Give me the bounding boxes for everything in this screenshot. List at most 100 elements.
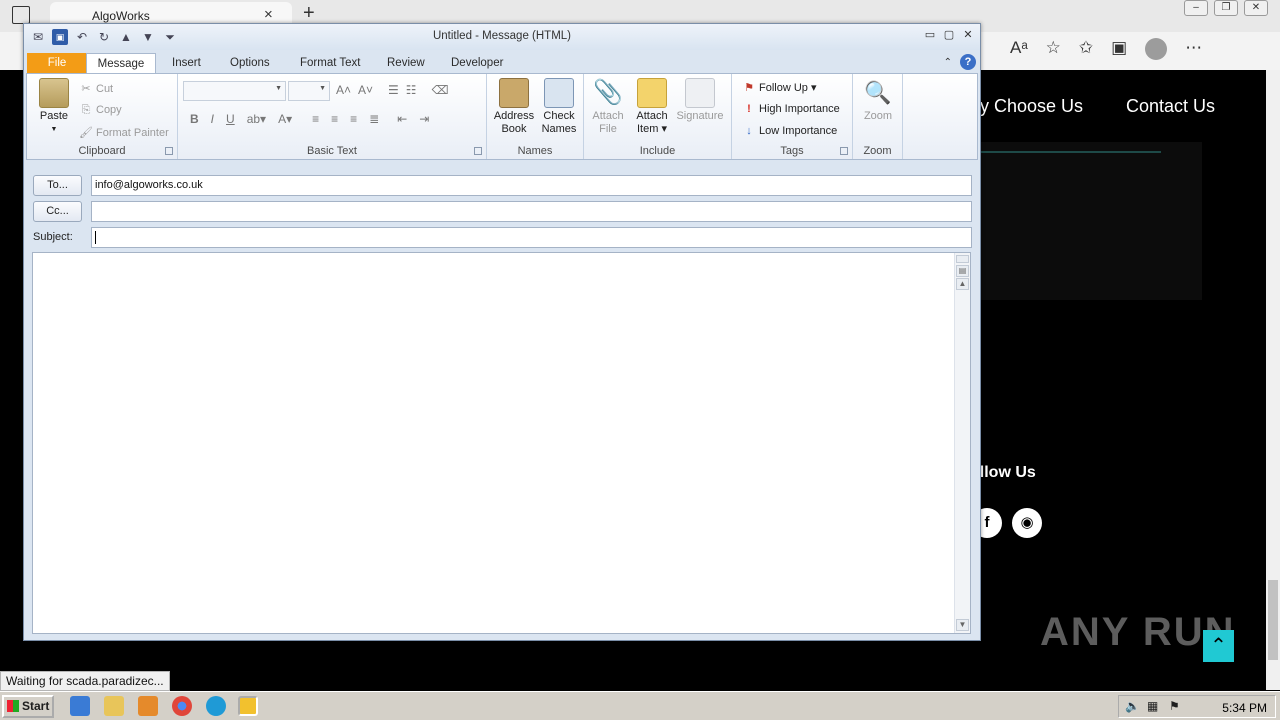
bullets-icon[interactable]: ☰ <box>388 83 399 97</box>
chrome-icon[interactable] <box>172 696 192 716</box>
help-icon[interactable]: ? <box>960 54 976 70</box>
edge-icon[interactable] <box>206 696 226 716</box>
align-left-icon[interactable]: ≡ <box>312 112 319 126</box>
shrink-font-icon[interactable]: A˅ <box>358 83 373 97</box>
add-favorite-icon[interactable]: ☆ <box>1046 38 1061 60</box>
message-body-editor[interactable]: ▤ ▲ ▼ <box>32 252 971 634</box>
justify-icon[interactable]: ≣ <box>369 112 379 126</box>
subject-field[interactable] <box>91 227 972 248</box>
ie-icon[interactable] <box>70 696 90 716</box>
signature-button[interactable]: Signature <box>674 78 726 123</box>
group-label: Zoom <box>863 145 892 157</box>
dropdown-arrow-icon: ▼ <box>275 85 282 92</box>
cut-button[interactable]: ✂ Cut <box>79 82 113 95</box>
clear-formatting-icon[interactable]: ⌫ <box>432 83 449 97</box>
tab-developer[interactable]: Developer <box>439 53 515 74</box>
body-scrollbar[interactable]: ▤ ▲ ▼ <box>954 253 970 633</box>
cc-button[interactable]: Cc... <box>33 201 82 222</box>
scrollbar-thumb[interactable] <box>1268 580 1278 660</box>
dialog-launcher-icon[interactable] <box>474 147 482 155</box>
font-color-icon[interactable]: A▾ <box>278 112 292 126</box>
more-icon[interactable]: ⋯ <box>1185 38 1202 60</box>
font-name-combo[interactable]: ▼ <box>183 81 286 101</box>
cc-field[interactable] <box>91 201 972 222</box>
ruler-icon[interactable]: ▤ <box>956 265 969 277</box>
nav-link-contact-us[interactable]: Contact Us <box>1126 96 1215 117</box>
nav-link-why-choose-us[interactable]: ny Choose Us <box>970 96 1083 117</box>
restore-icon[interactable]: ❐ <box>1214 0 1238 16</box>
collections-icon[interactable]: ▣ <box>1111 38 1127 60</box>
profile-icon[interactable] <box>1145 38 1168 60</box>
align-center-icon[interactable]: ≡ <box>331 112 338 126</box>
low-importance-button[interactable]: ↓ Low Importance <box>742 125 837 137</box>
scroll-to-top-button[interactable]: ⌃ <box>1203 630 1234 662</box>
underline-button[interactable]: U <box>226 112 235 126</box>
new-tab-icon[interactable]: + <box>303 2 315 25</box>
media-player-icon[interactable] <box>138 696 158 716</box>
dialog-launcher-icon[interactable] <box>165 147 173 155</box>
copy-button[interactable]: ⎘ Copy <box>79 104 122 117</box>
align-right-icon[interactable]: ≡ <box>350 112 357 126</box>
outlook-taskbar-icon[interactable] <box>238 696 258 716</box>
follow-up-button[interactable]: ⚑ Follow Up ▾ <box>742 81 816 94</box>
paperclip-icon: 📎 <box>593 79 623 106</box>
tab-actions-icon[interactable] <box>12 6 30 24</box>
tab-message[interactable]: Message <box>86 53 156 74</box>
read-aloud-icon[interactable]: Aᵃ <box>1010 38 1028 60</box>
tab-format-text[interactable]: Format Text <box>288 53 373 74</box>
minimize-ribbon-icon[interactable]: ⌃ <box>944 57 952 68</box>
paste-button[interactable]: Paste ▼ <box>33 78 75 136</box>
tab-options[interactable]: Options <box>218 53 282 74</box>
page-scrollbar[interactable] <box>1266 70 1280 690</box>
attach-file-button[interactable]: 📎 Attach File <box>588 78 628 136</box>
increase-indent-icon[interactable]: ⇥ <box>419 112 429 126</box>
dark-panel <box>970 142 1202 300</box>
exclamation-icon: ! <box>747 103 751 115</box>
paste-label: Paste <box>39 110 69 122</box>
tab-close-icon[interactable]: × <box>264 6 273 23</box>
grow-font-icon[interactable]: A˄ <box>336 83 351 97</box>
bold-button[interactable]: B <box>190 112 199 126</box>
favorites-icon[interactable]: ✩ <box>1079 38 1093 60</box>
scroll-down-arrow-icon[interactable]: ▼ <box>956 619 969 631</box>
to-button[interactable]: To... <box>33 175 82 196</box>
flag-icon[interactable]: ⚑ <box>1169 699 1180 713</box>
clipboard-group: Paste ▼ ✂ Cut ⎘ Copy 🖌 Format Painter Clipb… <box>27 74 178 159</box>
close-icon[interactable]: ✕ <box>960 28 976 42</box>
dialog-launcher-icon[interactable] <box>840 147 848 155</box>
numbering-icon[interactable]: ☷ <box>406 83 417 97</box>
attach-item-button[interactable]: Attach Item ▾ <box>632 78 672 136</box>
tab-review[interactable]: Review <box>375 53 437 74</box>
tab-insert[interactable]: Insert <box>160 53 213 74</box>
browser-status-text: Waiting for scada.paradizec... <box>0 671 170 691</box>
start-button[interactable]: Start <box>2 695 54 718</box>
group-label: Basic Text <box>307 145 357 157</box>
zoom-button[interactable]: 🔍 Zoom <box>857 78 899 123</box>
folder-icon[interactable] <box>104 696 124 716</box>
close-icon[interactable]: ✕ <box>1244 0 1268 16</box>
volume-icon[interactable]: 🔈 <box>1125 699 1140 713</box>
scroll-up-arrow-icon[interactable]: ▲ <box>956 278 969 290</box>
font-size-combo[interactable]: ▼ <box>288 81 330 101</box>
tab-file[interactable]: File <box>27 53 87 74</box>
decrease-indent-icon[interactable]: ⇤ <box>397 112 407 126</box>
discord-icon[interactable]: ◉ <box>1012 508 1042 538</box>
format-painter-button[interactable]: 🖌 Format Painter <box>79 126 169 139</box>
address-book-button[interactable]: Address Book <box>493 78 535 136</box>
tags-group: ⚑ Follow Up ▾ ! High Importance ↓ Low Impor… <box>732 74 853 159</box>
outlook-message-window: ✉ ▣ ↶ ↻ ▲ ▼ ⏷ Untitled - Message (HTML) … <box>23 23 981 641</box>
check-names-icon <box>544 78 574 108</box>
high-importance-button[interactable]: ! High Importance <box>742 103 840 115</box>
group-label: Names <box>517 145 553 157</box>
network-icon[interactable]: ▦ <box>1147 699 1158 713</box>
italic-button[interactable]: I <box>211 112 214 126</box>
highlight-icon[interactable]: ab▾ <box>247 112 266 126</box>
tab-title: AlgoWorks <box>92 9 150 23</box>
scrollbar-splitter[interactable] <box>956 255 969 263</box>
maximize-icon[interactable]: ▢ <box>941 28 957 42</box>
minimize-icon[interactable]: – <box>1184 0 1208 16</box>
to-field[interactable]: info@algoworks.co.uk <box>91 175 972 196</box>
font-size-row: A˄ A˅ ☰ ☷ ⌫ <box>336 83 449 97</box>
minimize-icon[interactable]: ▭ <box>922 28 938 42</box>
check-names-button[interactable]: Check Names <box>539 78 579 136</box>
